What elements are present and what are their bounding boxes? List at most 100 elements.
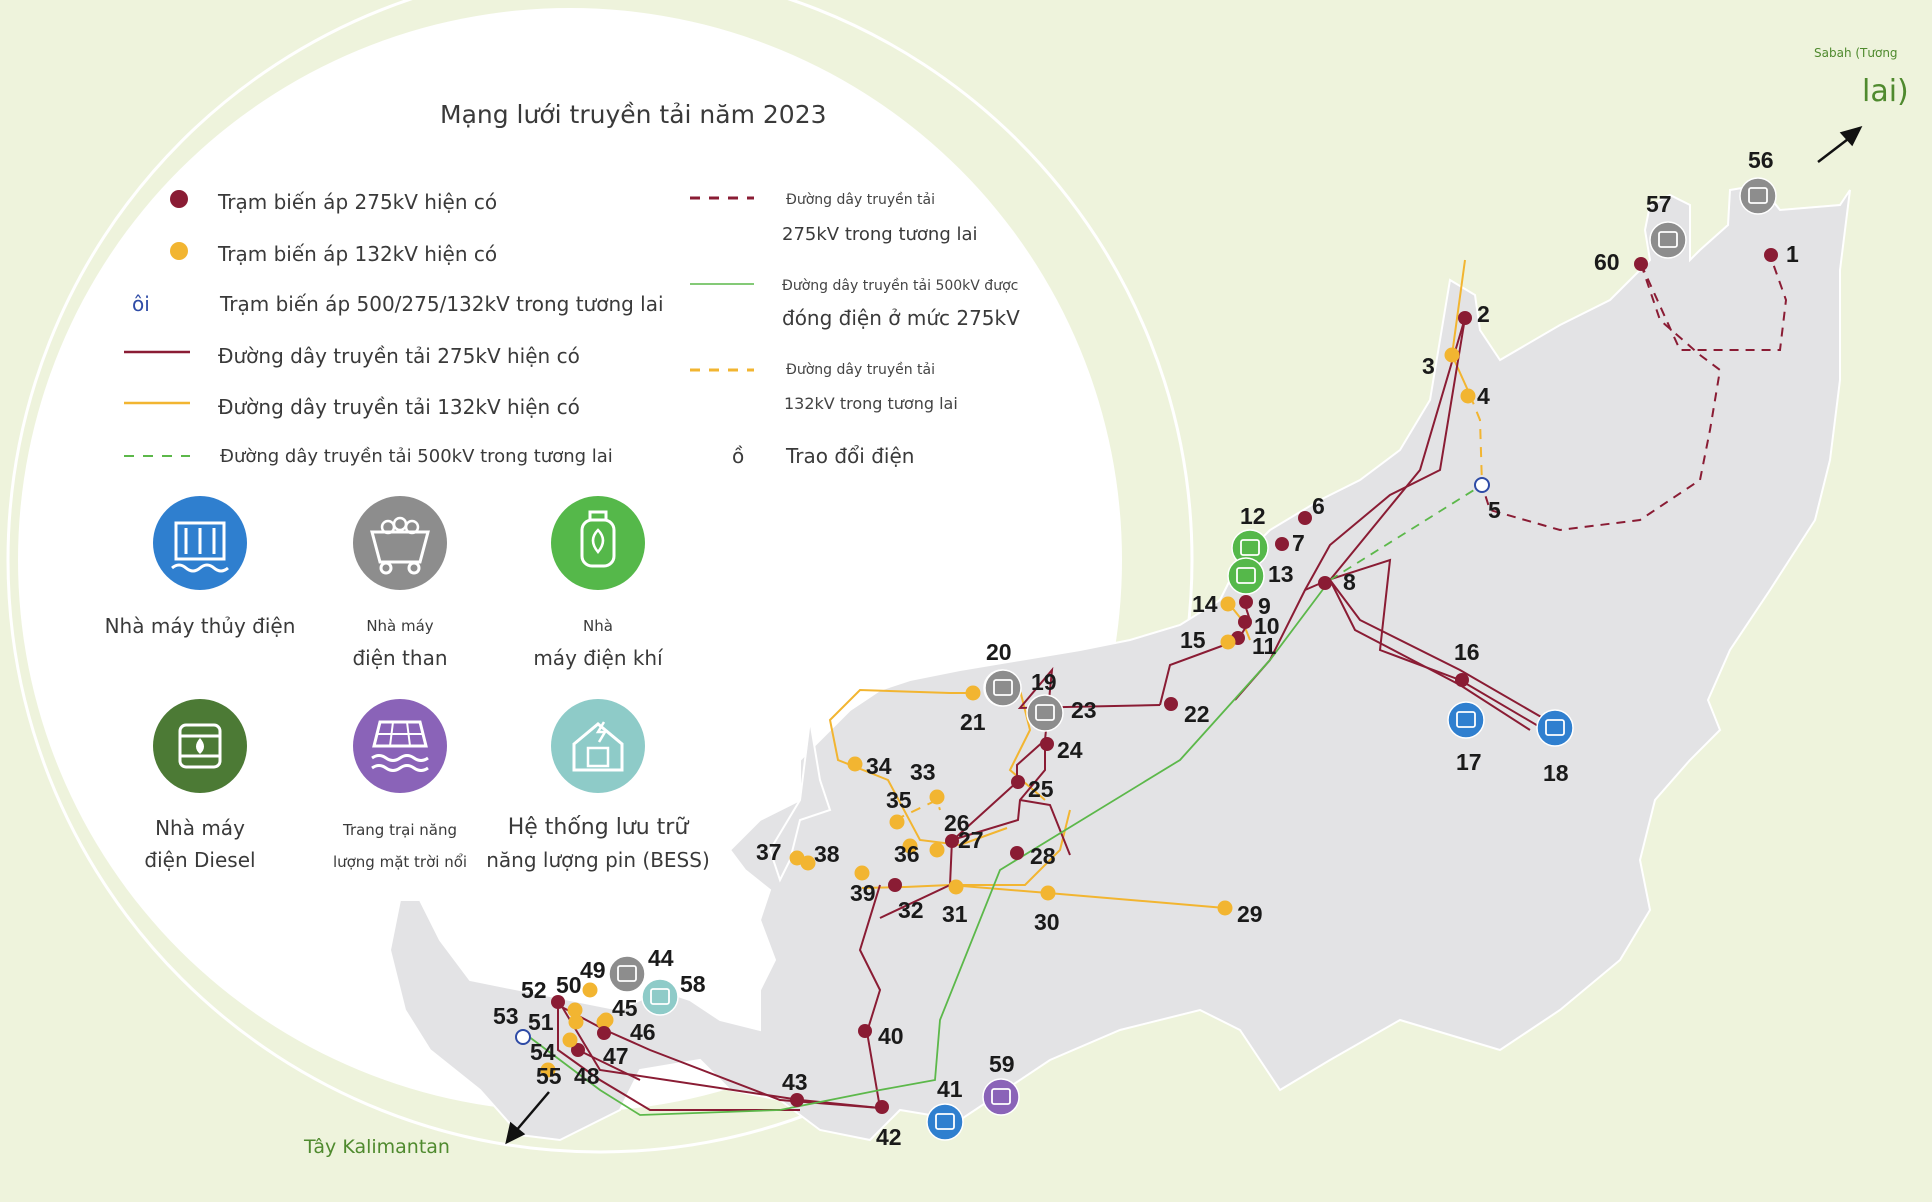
legend-label-sub500: Trạm biến áp 500/275/132kV trong tương l… xyxy=(220,292,664,316)
plant-coal-text-2: điện than xyxy=(352,646,448,670)
substation-275kv xyxy=(1458,311,1472,325)
station-number-41: 41 xyxy=(937,1076,963,1102)
station-number-17: 17 xyxy=(1456,749,1482,775)
plant-diesel-text-1: Nhà máy xyxy=(155,816,245,840)
map-gas-icon xyxy=(1227,557,1265,595)
substation-132kv xyxy=(1220,634,1236,650)
legend-label-line132: Đường dây truyền tải 132kV hiện có xyxy=(218,395,580,419)
map-coal-icon xyxy=(984,669,1022,707)
legend-dot-132kv xyxy=(170,242,188,260)
map-hydro-icon xyxy=(926,1103,964,1141)
legend-label-exchange: Trao đổi điện xyxy=(786,444,915,468)
station-number-24: 24 xyxy=(1057,737,1083,763)
station-number-28: 28 xyxy=(1030,843,1056,869)
substation-275kv xyxy=(1040,737,1054,751)
station-number-25: 25 xyxy=(1028,776,1054,802)
substation-132kv xyxy=(1444,347,1460,363)
station-number-15: 15 xyxy=(1180,627,1206,653)
plant-gas-text-2: máy điện khí xyxy=(533,646,663,670)
station-number-47: 47 xyxy=(603,1043,629,1069)
map-title: Mạng lưới truyền tải năm 2023 xyxy=(440,100,827,129)
station-number-53: 53 xyxy=(493,1003,519,1029)
substation-132kv xyxy=(889,814,905,830)
substation-132kv xyxy=(854,865,870,881)
station-number-54: 54 xyxy=(530,1039,556,1065)
map-coal-icon xyxy=(1649,221,1687,259)
plant-label-hydro: Nhà máy thủy điện xyxy=(100,610,300,642)
legend-label-line500f: Đường dây truyền tải 500kV trong tương l… xyxy=(220,446,613,467)
station-number-57: 57 xyxy=(1646,191,1672,217)
station-number-12: 12 xyxy=(1240,503,1266,529)
plant-bess-text-2: năng lượng pin (BESS) xyxy=(486,848,710,872)
map-hydro-icon xyxy=(1447,701,1485,739)
plant-hydro-text: Nhà máy thủy điện xyxy=(104,614,296,638)
station-number-48: 48 xyxy=(574,1063,600,1089)
station-number-1: 1 xyxy=(1786,241,1799,267)
substation-275kv xyxy=(1455,673,1469,687)
plant-label-diesel: Nhà máy điện Diesel xyxy=(100,812,300,876)
station-number-40: 40 xyxy=(878,1023,904,1049)
legend-label-line132f-1: Đường dây truyền tải xyxy=(786,362,935,378)
legend-icon-hydro xyxy=(153,496,247,590)
station-number-35: 35 xyxy=(886,787,912,813)
station-number-4: 4 xyxy=(1477,383,1490,409)
station-number-7: 7 xyxy=(1292,530,1305,556)
station-number-43: 43 xyxy=(782,1069,808,1095)
legend-label-line275: Đường dây truyền tải 275kV hiện có xyxy=(218,344,580,368)
station-number-14: 14 xyxy=(1192,591,1218,617)
legend-label-line275f-1: Đường dây truyền tải xyxy=(786,192,935,208)
substation-275kv xyxy=(1010,846,1024,860)
station-number-8: 8 xyxy=(1343,569,1356,595)
plant-gas-text-1: Nhà xyxy=(583,617,613,635)
station-number-34: 34 xyxy=(866,753,892,779)
station-number-52: 52 xyxy=(521,977,547,1003)
plant-diesel-text-2: điện Diesel xyxy=(144,848,256,872)
substation-275kv xyxy=(1238,615,1252,629)
substation-275kv xyxy=(945,834,959,848)
legend-label-line132f-2: 132kV trong tương lai xyxy=(784,394,958,413)
substation-132kv xyxy=(965,685,981,701)
substation-132kv xyxy=(847,756,863,772)
station-number-58: 58 xyxy=(680,971,706,997)
station-number-51: 51 xyxy=(528,1009,554,1035)
export-label-sabah-2: lai) xyxy=(1862,74,1909,109)
legend-icon-diesel xyxy=(153,699,247,793)
substation-275kv xyxy=(1239,595,1253,609)
substation-132kv xyxy=(929,842,945,858)
station-number-59: 59 xyxy=(989,1051,1015,1077)
station-number-22: 22 xyxy=(1184,701,1210,727)
station-number-60: 60 xyxy=(1594,249,1620,275)
substation-275kv xyxy=(1275,537,1289,551)
legend-glyph-exchange: ồ xyxy=(732,444,745,468)
substation-275kv xyxy=(597,1026,611,1040)
station-number-19: 19 xyxy=(1031,669,1057,695)
plant-coal-text-1: Nhà máy xyxy=(366,617,434,635)
station-number-50: 50 xyxy=(556,972,582,998)
substation-132kv xyxy=(1040,885,1056,901)
station-number-30: 30 xyxy=(1034,909,1060,935)
station-number-31: 31 xyxy=(942,901,968,927)
station-number-6: 6 xyxy=(1312,493,1325,519)
station-number-46: 46 xyxy=(630,1019,656,1045)
export-label-kalimantan: Tây Kalimantan xyxy=(304,1136,450,1158)
substation-132kv xyxy=(562,1032,578,1048)
substation-132kv xyxy=(929,789,945,805)
station-number-20: 20 xyxy=(986,639,1012,665)
export-arrow-sabah xyxy=(1817,126,1863,163)
station-number-16: 16 xyxy=(1454,639,1480,665)
plant-label-gas: Nhà máy điện khí xyxy=(498,610,698,674)
legend-icon-coal xyxy=(353,496,447,590)
plant-bess-text-1: Hệ thống lưu trữ xyxy=(507,815,689,840)
station-number-5: 5 xyxy=(1488,497,1501,523)
station-number-49: 49 xyxy=(580,957,606,983)
substation-275kv xyxy=(1634,257,1648,271)
legend-label-sub132: Trạm biến áp 132kV hiện có xyxy=(218,242,498,266)
plant-label-bess: Hệ thống lưu trữ năng lượng pin (BESS) xyxy=(448,812,748,876)
station-number-44: 44 xyxy=(648,945,674,971)
substation-275kv xyxy=(1764,248,1778,262)
station-number-42: 42 xyxy=(876,1124,902,1150)
transmission-map: 123456789101112131415 1617 18192021 2223242… xyxy=(6,0,1863,1154)
substation-275kv xyxy=(790,1093,804,1107)
station-number-27: 27 xyxy=(958,827,984,853)
station-number-39: 39 xyxy=(850,880,876,906)
